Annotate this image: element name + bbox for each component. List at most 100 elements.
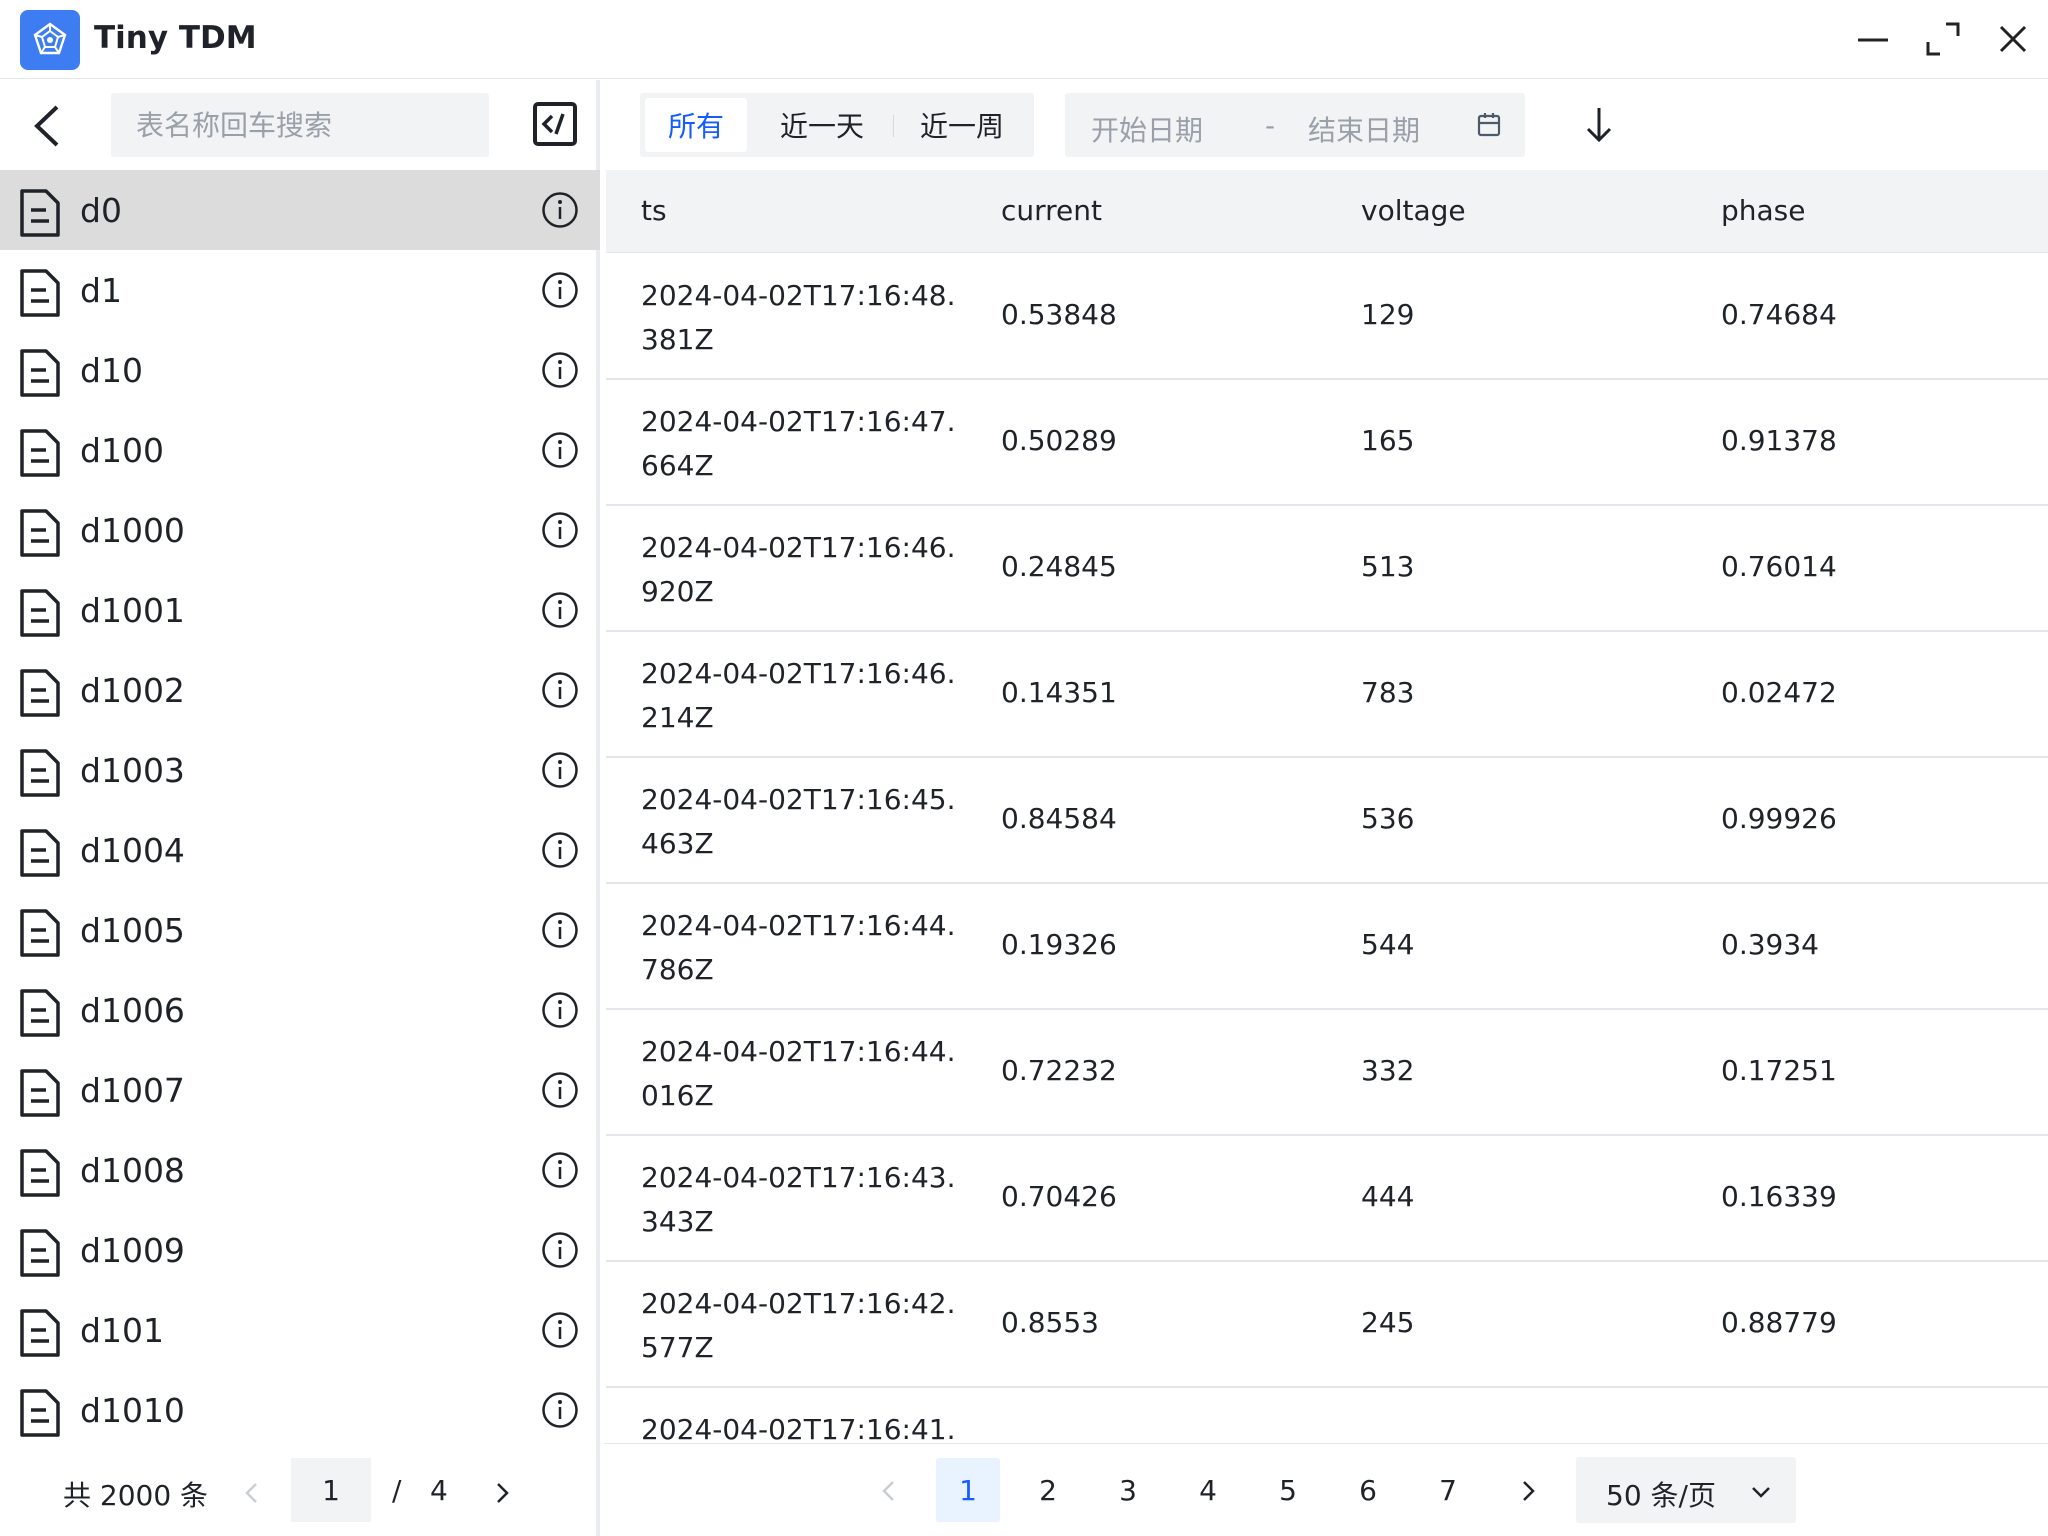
table-row[interactable]: 2024-04-02T17:16:43. 343Z 0.70426 444 0.1633…: [606, 1136, 2048, 1262]
table-name: d1002: [80, 670, 185, 710]
maximize-button[interactable]: [1918, 14, 1968, 64]
cell-ts: 2024-04-02T17:16:45. 463Z: [641, 778, 961, 866]
table-list-item[interactable]: d1003: [0, 730, 600, 810]
info-icon[interactable]: [541, 671, 579, 709]
cell-ts: 2024-04-02T17:16:46. 214Z: [641, 652, 961, 740]
info-icon[interactable]: [541, 1391, 579, 1429]
table-row[interactable]: 2024-04-02T17:16:46. 920Z 0.24845 513 0.7601…: [606, 506, 2048, 632]
table-list-item[interactable]: d1002: [0, 650, 600, 730]
column-header-voltage[interactable]: voltage: [1361, 194, 1466, 227]
start-date-field[interactable]: 开始日期: [1091, 109, 1203, 149]
cell-voltage: 332: [1361, 1054, 1415, 1087]
page-number-button[interactable]: 4: [1176, 1458, 1240, 1522]
table-list-item[interactable]: d1005: [0, 890, 600, 970]
info-icon[interactable]: [541, 271, 579, 309]
table-next-page-button[interactable]: [488, 1476, 518, 1510]
prev-page-button[interactable]: [873, 1474, 903, 1508]
table-row[interactable]: 2024-04-02T17:16:44. 016Z 0.72232 332 0.1725…: [606, 1010, 2048, 1136]
table-row[interactable]: 2024-04-02T17:16:44. 786Z 0.19326 544 0.3934: [606, 884, 2048, 1010]
page-number-button[interactable]: 7: [1416, 1458, 1480, 1522]
sql-editor-button[interactable]: [531, 100, 579, 148]
cell-ts-ms: 016Z: [641, 1079, 714, 1112]
info-icon[interactable]: [541, 431, 579, 469]
info-icon[interactable]: [541, 351, 579, 389]
table-row[interactable]: 2024-04-02T17:16:46. 214Z 0.14351 783 0.0247…: [606, 632, 2048, 758]
cell-voltage: 444: [1361, 1180, 1415, 1213]
cell-ts-date: 2024-04-02T17:16:43.: [641, 1161, 956, 1194]
info-icon[interactable]: [541, 1311, 579, 1349]
cell-phase: 0.99926: [1721, 802, 1837, 835]
info-icon[interactable]: [541, 831, 579, 869]
cell-ts: 2024-04-02T17:16:44. 786Z: [641, 904, 961, 992]
info-icon[interactable]: [541, 1071, 579, 1109]
table-name: d1001: [80, 590, 185, 630]
table-page-input[interactable]: [291, 1458, 371, 1522]
cell-ts: 2024-04-02T17:16:46. 920Z: [641, 526, 961, 614]
tab-all[interactable]: 所有: [645, 98, 747, 152]
cell-current: 0.19326: [1001, 928, 1117, 961]
table-name: d1010: [80, 1390, 185, 1430]
cell-phase: 0.91378: [1721, 424, 1837, 457]
info-icon[interactable]: [541, 1231, 579, 1269]
cell-current: 0.8553: [1001, 1306, 1099, 1339]
page-number-button[interactable]: 5: [1256, 1458, 1320, 1522]
table-list-item[interactable]: d1010: [0, 1370, 600, 1450]
info-icon[interactable]: [541, 511, 579, 549]
tab-last-week[interactable]: 近一周: [895, 98, 1029, 152]
table-total-count: 共 2000 条: [63, 1479, 209, 1512]
cell-voltage: 129: [1361, 298, 1415, 331]
page-size-select[interactable]: 50 条/页: [1576, 1457, 1796, 1523]
table-prev-page-button[interactable]: [236, 1476, 266, 1510]
close-button[interactable]: [1988, 14, 2038, 64]
table-list-item[interactable]: d1004: [0, 810, 600, 890]
info-icon[interactable]: [541, 991, 579, 1029]
table-list-item[interactable]: d100: [0, 410, 600, 490]
page-number-button[interactable]: 6: [1336, 1458, 1400, 1522]
cell-ts-ms: 343Z: [641, 1205, 714, 1238]
info-icon[interactable]: [541, 751, 579, 789]
table-list-item[interactable]: d1009: [0, 1210, 600, 1290]
next-page-button[interactable]: [1514, 1474, 1544, 1508]
page-number-button[interactable]: 1: [936, 1458, 1000, 1522]
table-list-item[interactable]: d0: [0, 170, 600, 250]
document-icon: [20, 1069, 60, 1117]
page-number-button[interactable]: 2: [1016, 1458, 1080, 1522]
column-header-current[interactable]: current: [1001, 194, 1102, 227]
cell-phase: 0.88779: [1721, 1306, 1837, 1339]
page-number-button[interactable]: 3: [1096, 1458, 1160, 1522]
tab-last-day[interactable]: 近一天: [753, 98, 891, 152]
table-list-item[interactable]: d10: [0, 330, 600, 410]
info-icon[interactable]: [541, 1151, 579, 1189]
minimize-button[interactable]: [1848, 14, 1898, 64]
document-icon: [20, 1229, 60, 1277]
back-button[interactable]: [22, 101, 72, 151]
cell-ts-date: 2024-04-02T17:16:46.: [641, 531, 956, 564]
date-range-picker[interactable]: 开始日期 - 结束日期: [1065, 93, 1525, 157]
end-date-field[interactable]: 结束日期: [1308, 109, 1420, 149]
cell-ts-date: 2024-04-02T17:16:44.: [641, 1035, 956, 1068]
table-row[interactable]: 2024-04-02T17:16:42. 577Z 0.8553 245 0.88779: [606, 1262, 2048, 1388]
table-list-item[interactable]: d1001: [0, 570, 600, 650]
tab-divider: [893, 115, 894, 137]
column-header-phase[interactable]: phase: [1721, 194, 1806, 227]
table-row[interactable]: 2024-04-02T17:16:47. 664Z 0.50289 165 0.9137…: [606, 380, 2048, 506]
table-row[interactable]: 2024-04-02T17:16:45. 463Z 0.84584 536 0.9992…: [606, 758, 2048, 884]
table-row[interactable]: 2024-04-02T17:16:48. 381Z 0.53848 129 0.7468…: [606, 254, 2048, 380]
document-icon: [20, 269, 60, 317]
table-list-item[interactable]: d1: [0, 250, 600, 330]
cell-phase: 0.17251: [1721, 1054, 1837, 1087]
column-header-ts[interactable]: ts: [641, 194, 667, 227]
table-list-item[interactable]: d1000: [0, 490, 600, 570]
info-icon[interactable]: [541, 191, 579, 229]
table-total-pages: 4: [430, 1474, 448, 1507]
table-list-item[interactable]: d1008: [0, 1130, 600, 1210]
table-list-item[interactable]: d1006: [0, 970, 600, 1050]
sort-order-button[interactable]: [1574, 100, 1624, 150]
table-list-item[interactable]: d101: [0, 1290, 600, 1370]
info-icon[interactable]: [541, 591, 579, 629]
info-icon[interactable]: [541, 911, 579, 949]
table-name: d10: [80, 350, 143, 390]
table-row[interactable]: 2024-04-02T17:16:41.: [606, 1388, 2048, 1443]
table-search-input[interactable]: [111, 93, 489, 157]
table-list-item[interactable]: d1007: [0, 1050, 600, 1130]
